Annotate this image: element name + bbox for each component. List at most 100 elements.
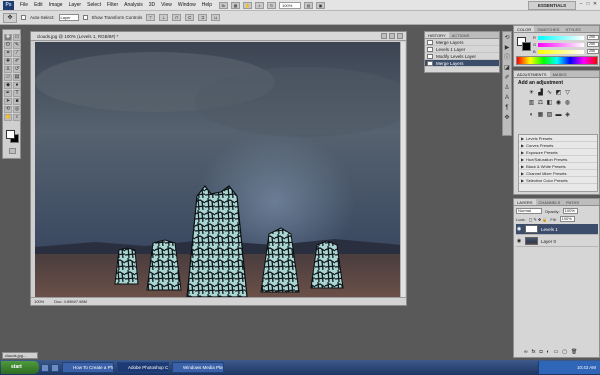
quick-launch-desktop-icon[interactable]	[51, 363, 59, 372]
list-item[interactable]: ▶ Black & White Presets	[519, 163, 597, 170]
arrange-documents-icon[interactable]: ▤	[304, 1, 314, 9]
workspace-switcher[interactable]: ESSENTIALS	[528, 1, 576, 10]
layer-style-icon[interactable]: fx	[532, 349, 536, 355]
doc-maximize-icon[interactable]	[389, 33, 395, 39]
clone-source-panel-icon[interactable]: ♙	[503, 84, 511, 92]
crop-tool-icon[interactable]: ⌗	[4, 50, 12, 57]
navigator-panel-icon[interactable]: ◪	[503, 64, 511, 72]
tab-actions[interactable]: ACTIONS	[449, 32, 473, 38]
align-top-icon[interactable]: ⊤	[146, 14, 156, 21]
tab-masks[interactable]: MASKS	[550, 71, 570, 77]
info-panel-icon[interactable]: ⓘ	[503, 54, 511, 62]
black-white-icon[interactable]: ◧	[546, 100, 553, 107]
menu-view[interactable]: View	[158, 0, 175, 11]
tab-adjustments[interactable]: ADJUSTMENTS	[514, 71, 550, 77]
posterize-icon[interactable]: ▦	[537, 112, 544, 119]
document-vertical-scrollbar[interactable]	[400, 42, 405, 298]
align-left-icon[interactable]: ⊏	[185, 14, 195, 21]
tab-channels[interactable]: CHANNELS	[536, 199, 564, 205]
quick-mask-icon[interactable]	[9, 148, 16, 154]
green-value-field[interactable]: 255	[587, 42, 599, 47]
align-center-icon[interactable]: ⊐	[198, 14, 208, 21]
opacity-field[interactable]: 100%	[562, 208, 578, 214]
lock-icons[interactable]: ▢ ✎ ✥ 🔒	[529, 217, 548, 222]
link-layers-icon[interactable]: ∞	[524, 349, 528, 355]
color-panel-background-swatch[interactable]	[522, 42, 531, 51]
tab-history[interactable]: HISTORY	[425, 32, 449, 38]
clock[interactable]: 10:43 AM	[577, 365, 596, 370]
rotate-view-icon[interactable]: ↻	[267, 1, 277, 9]
tab-layers[interactable]: LAYERS	[514, 199, 536, 205]
green-slider[interactable]	[538, 43, 584, 47]
menu-select[interactable]: Select	[84, 0, 104, 11]
levels-icon[interactable]: ▟	[537, 90, 544, 97]
align-middle-icon[interactable]: ⊥	[159, 14, 169, 21]
align-bottom-icon[interactable]: ⊓	[172, 14, 182, 21]
zoom-tool-icon-toolbox[interactable]: ⌕	[13, 114, 21, 121]
marquee-tool-icon[interactable]: ▭	[13, 34, 21, 41]
selective-color-icon[interactable]: ◈	[564, 112, 571, 119]
red-value-field[interactable]: 255	[587, 35, 599, 40]
brushes-panel-icon[interactable]: ✐	[503, 74, 511, 82]
tool-presets-panel-icon[interactable]: ✥	[503, 114, 511, 122]
blend-mode-dropdown[interactable]: Normal	[516, 208, 542, 214]
align-right-icon[interactable]: ⊔	[211, 14, 221, 21]
3d-rotate-tool-icon[interactable]: ⟲	[4, 106, 12, 113]
tab-color[interactable]: COLOR	[514, 26, 535, 32]
menu-layer[interactable]: Layer	[66, 0, 85, 11]
taskbar-item-browser[interactable]: How To Create a Phot...	[62, 362, 114, 373]
channel-mixer-icon[interactable]: ◍	[564, 100, 571, 107]
history-item[interactable]: Levels 1 Layer	[425, 46, 499, 53]
layer-row-levels-1[interactable]: ◉ Levels 1	[516, 224, 598, 235]
blur-tool-icon[interactable]: ◆	[4, 82, 12, 89]
taskbar-item-photoshop[interactable]: Adobe Photoshop CS4 ...	[117, 362, 169, 373]
dodge-tool-icon[interactable]: ●	[13, 82, 21, 89]
auto-select-checkbox[interactable]	[21, 15, 26, 20]
invert-icon[interactable]: ◐	[528, 112, 535, 119]
document-size-info[interactable]: Doc: 4.59M/7.98M	[54, 298, 87, 305]
document-title[interactable]: clouds.jpg @ 100% (Levels 1, RGB/8#) *	[31, 32, 406, 41]
new-group-icon[interactable]: ▭	[554, 349, 559, 355]
blue-slider[interactable]	[538, 50, 584, 54]
minimized-document[interactable]: clouds.jpg...	[2, 352, 38, 359]
menu-filter[interactable]: Filter	[104, 0, 121, 11]
eyedropper-tool-icon[interactable]: ⁄	[13, 50, 21, 57]
menu-help[interactable]: Help	[199, 0, 215, 11]
clone-stamp-tool-icon[interactable]: ♙	[4, 66, 12, 73]
character-panel-icon[interactable]: A	[503, 94, 511, 102]
blue-value-field[interactable]: 255	[587, 49, 599, 54]
image-canvas[interactable]	[35, 42, 401, 298]
menu-edit[interactable]: Edit	[31, 0, 46, 11]
auto-select-dropdown[interactable]: Layer	[58, 14, 79, 21]
hand-tool-icon[interactable]: ✋	[243, 1, 253, 9]
hue-saturation-icon[interactable]: ▥	[528, 100, 535, 107]
hand-tool-icon-toolbox[interactable]: ✋	[4, 114, 12, 121]
close-icon[interactable]: ✕	[592, 1, 598, 8]
tab-swatches[interactable]: SWATCHES	[534, 26, 562, 32]
doc-close-icon[interactable]	[397, 33, 403, 39]
3d-orbit-tool-icon[interactable]: ◎	[13, 106, 21, 113]
list-item[interactable]: ▶ Selective Color Presets	[519, 177, 597, 184]
color-balance-icon[interactable]: ⚖	[537, 100, 544, 107]
actions-panel-icon[interactable]: ▶	[503, 44, 511, 52]
quick-launch-ie-icon[interactable]	[41, 363, 49, 372]
maximize-icon[interactable]: □	[585, 1, 591, 8]
screen-mode-icon[interactable]: ▣	[316, 1, 326, 9]
history-item[interactable]: Merge Layers	[425, 39, 499, 46]
foreground-color-swatch[interactable]	[6, 130, 15, 139]
curves-icon[interactable]: ∿	[546, 90, 553, 97]
paragraph-panel-icon[interactable]: ¶	[503, 104, 511, 112]
gradient-map-icon[interactable]: ▬	[555, 112, 562, 119]
history-item-selected[interactable]: Merge Layers	[425, 60, 499, 67]
list-item[interactable]: ▶ Curves Presets	[519, 142, 597, 149]
path-select-tool-icon[interactable]: ➤	[4, 98, 12, 105]
list-item[interactable]: ▶ Hue/Saturation Presets	[519, 156, 597, 163]
extras-icon[interactable]: ▦	[231, 1, 241, 9]
doc-minimize-icon[interactable]	[381, 33, 387, 39]
visibility-eye-icon[interactable]: ◉	[516, 238, 522, 244]
document-zoom-readout[interactable]: 100%	[34, 298, 44, 305]
brightness-contrast-icon[interactable]: ☀	[528, 90, 535, 97]
layer-row-layer-0[interactable]: ◉ Layer 0	[516, 236, 598, 247]
zoom-tool-icon[interactable]: ⌕	[255, 1, 265, 9]
tab-styles[interactable]: STYLES	[562, 26, 583, 32]
